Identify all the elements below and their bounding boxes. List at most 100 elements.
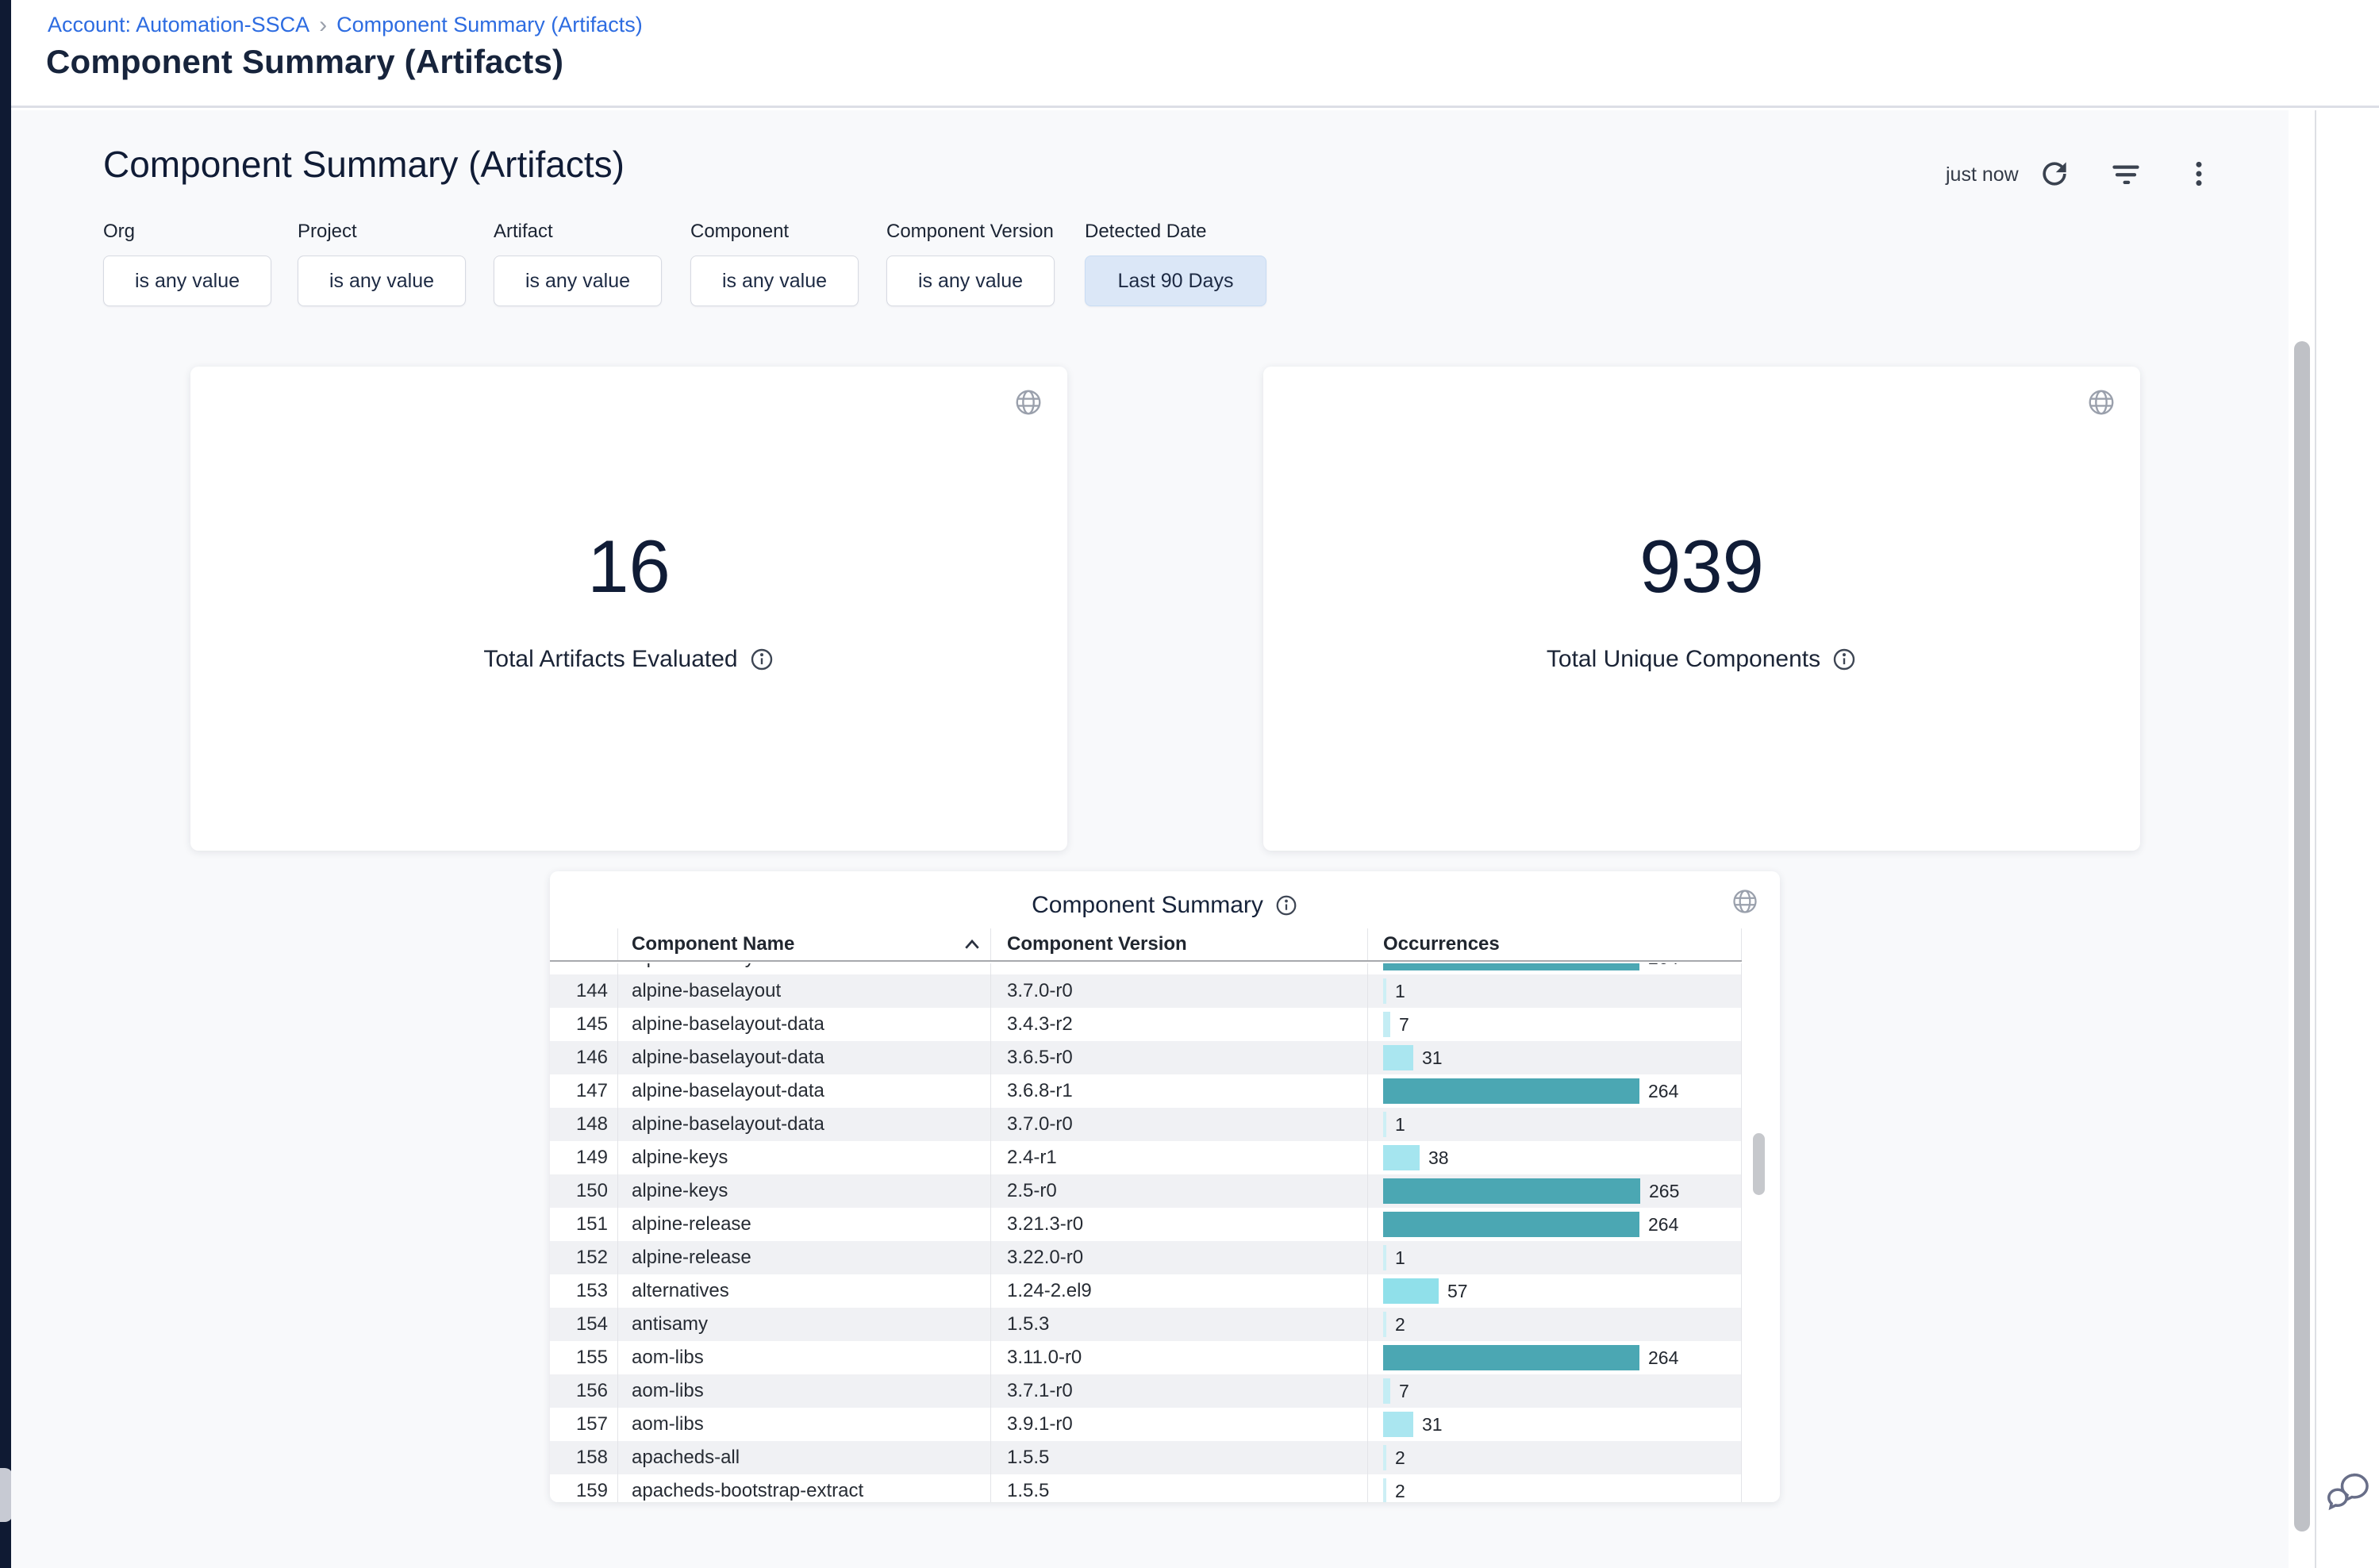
filter-value-button[interactable]: is any value — [690, 256, 859, 306]
occurrences-bar — [1383, 1145, 1420, 1170]
table-body[interactable]: 143alpine-baselayout3.6.8-r1264144alpine… — [550, 963, 1742, 1502]
occurrences-value: 7 — [1399, 1014, 1409, 1036]
component-summary-tile: Component Summary Component Name Compone… — [550, 871, 1780, 1502]
occurrences-bar — [1383, 1378, 1390, 1404]
component-name-cell: alpine-baselayout — [617, 963, 990, 974]
filter-label: Org — [103, 221, 271, 243]
filter-value-button[interactable]: Last 90 Days — [1085, 256, 1266, 306]
filter-value-button[interactable]: is any value — [886, 256, 1055, 306]
occurrences-value: 2 — [1395, 1447, 1405, 1469]
component-version-cell: 1.5.3 — [990, 1308, 1367, 1341]
row-index: 157 — [550, 1408, 617, 1441]
last-refreshed-label: just now — [1946, 163, 2019, 186]
table-row: 144alpine-baselayout3.7.0-r01 — [550, 974, 1742, 1008]
row-index: 146 — [550, 1041, 617, 1074]
column-header-component-name[interactable]: Component Name — [617, 928, 990, 960]
occurrences-cell: 31 — [1367, 1041, 1742, 1074]
occurrences-bar — [1383, 1012, 1390, 1037]
occurrences-value: 31 — [1422, 1414, 1443, 1435]
row-index: 150 — [550, 1174, 617, 1208]
occurrences-cell: 2 — [1367, 1308, 1742, 1341]
occurrences-bar — [1383, 1212, 1639, 1237]
filter-label: Artifact — [494, 221, 662, 243]
dashboard-filters-button[interactable] — [2108, 156, 2144, 192]
breadcrumb: Account: Automation-SSCA › Component Sum… — [48, 13, 643, 37]
breadcrumb-link-dashboard[interactable]: Component Summary (Artifacts) — [336, 13, 643, 37]
component-name-cell: aom-libs — [617, 1408, 990, 1441]
occurrences-bar — [1383, 1412, 1413, 1437]
occurrences-value: 31 — [1422, 1047, 1443, 1069]
occurrences-cell: 264 — [1367, 963, 1742, 974]
component-version-cell: 3.11.0-r0 — [990, 1341, 1367, 1374]
filter-value-button[interactable]: is any value — [298, 256, 466, 306]
chat-support-button[interactable] — [2325, 1471, 2369, 1516]
stat-label: Total Unique Components — [1547, 646, 1820, 673]
row-index: 144 — [550, 974, 617, 1008]
globe-icon — [1013, 387, 1043, 417]
occurrences-cell: 7 — [1367, 1374, 1742, 1408]
table-row: 157aom-libs3.9.1-r031 — [550, 1408, 1742, 1441]
column-header-component-version[interactable]: Component Version — [990, 928, 1367, 960]
filter-label: Component Version — [886, 221, 1055, 243]
info-icon[interactable] — [749, 647, 774, 672]
info-icon[interactable] — [1274, 894, 1298, 917]
row-index: 155 — [550, 1341, 617, 1374]
row-index: 151 — [550, 1208, 617, 1241]
occurrences-bar — [1383, 963, 1639, 970]
info-icon[interactable] — [1831, 647, 1857, 672]
component-name-cell: aom-libs — [617, 1374, 990, 1408]
component-name-cell: alpine-release — [617, 1208, 990, 1241]
filter-value-button[interactable]: is any value — [494, 256, 662, 306]
row-index: 149 — [550, 1141, 617, 1174]
component-name-cell: alpine-keys — [617, 1174, 990, 1208]
row-index: 145 — [550, 1008, 617, 1041]
component-version-cell: 3.7.0-r0 — [990, 974, 1367, 1008]
row-index: 153 — [550, 1274, 617, 1308]
component-version-cell: 3.6.8-r1 — [990, 963, 1367, 974]
component-version-cell: 2.4-r1 — [990, 1141, 1367, 1174]
table-header-row: Component Name Component Version Occurre… — [550, 928, 1742, 962]
component-name-cell: alpine-release — [617, 1241, 990, 1274]
dashboard-title: Component Summary (Artifacts) — [103, 143, 625, 186]
filter-component-version: Component Version is any value — [886, 221, 1055, 306]
stat-label-row: Total Unique Components — [1263, 646, 2140, 673]
component-version-cell: 3.6.5-r0 — [990, 1041, 1367, 1074]
component-version-cell: 3.7.0-r0 — [990, 1108, 1367, 1141]
occurrences-value: 265 — [1649, 1181, 1679, 1202]
occurrences-bar — [1383, 1312, 1386, 1337]
column-header-occurrences[interactable]: Occurrences — [1367, 928, 1742, 960]
occurrences-value: 57 — [1447, 1281, 1468, 1302]
chat-support-icon — [2325, 1471, 2369, 1512]
collapsed-nav-strip[interactable] — [0, 0, 11, 1568]
refresh-button[interactable] — [2036, 156, 2073, 192]
component-name-cell: antisamy — [617, 1308, 990, 1341]
occurrences-cell: 264 — [1367, 1074, 1742, 1108]
component-name-cell: alpine-baselayout-data — [617, 1108, 990, 1141]
table-scrollbar[interactable] — [1753, 1133, 1765, 1195]
stat-card-components: 939Total Unique Components — [1263, 367, 2140, 851]
component-name-cell: alpine-baselayout-data — [617, 1008, 990, 1041]
tile-link — [2086, 387, 2116, 421]
component-name-cell: aom-libs — [617, 1341, 990, 1374]
occurrences-bar — [1383, 1345, 1639, 1370]
component-version-cell: 3.7.1-r0 — [990, 1374, 1367, 1408]
filter-value-button[interactable]: is any value — [103, 256, 271, 306]
main-scrollbar[interactable] — [2294, 341, 2310, 1531]
occurrences-bar — [1383, 1245, 1386, 1270]
occurrences-cell: 1 — [1367, 1241, 1742, 1274]
row-index: 156 — [550, 1374, 617, 1408]
occurrences-cell: 1 — [1367, 1108, 1742, 1141]
table-row: 159apacheds-bootstrap-extract1.5.52 — [550, 1474, 1742, 1502]
occurrences-cell: 264 — [1367, 1341, 1742, 1374]
row-index: 147 — [550, 1074, 617, 1108]
occurrences-bar — [1383, 1178, 1640, 1204]
occurrences-bar — [1383, 1445, 1386, 1470]
page-title: Component Summary (Artifacts) — [46, 43, 563, 81]
more-actions-button[interactable] — [2181, 156, 2217, 192]
component-name-cell: alternatives — [617, 1274, 990, 1308]
component-version-cell: 1.5.5 — [990, 1441, 1367, 1474]
component-version-cell: 1.24-2.el9 — [990, 1274, 1367, 1308]
breadcrumb-link-account[interactable]: Account: Automation-SSCA — [48, 13, 309, 37]
occurrences-bar — [1383, 1112, 1386, 1137]
page-header: Account: Automation-SSCA › Component Sum… — [11, 0, 2379, 108]
